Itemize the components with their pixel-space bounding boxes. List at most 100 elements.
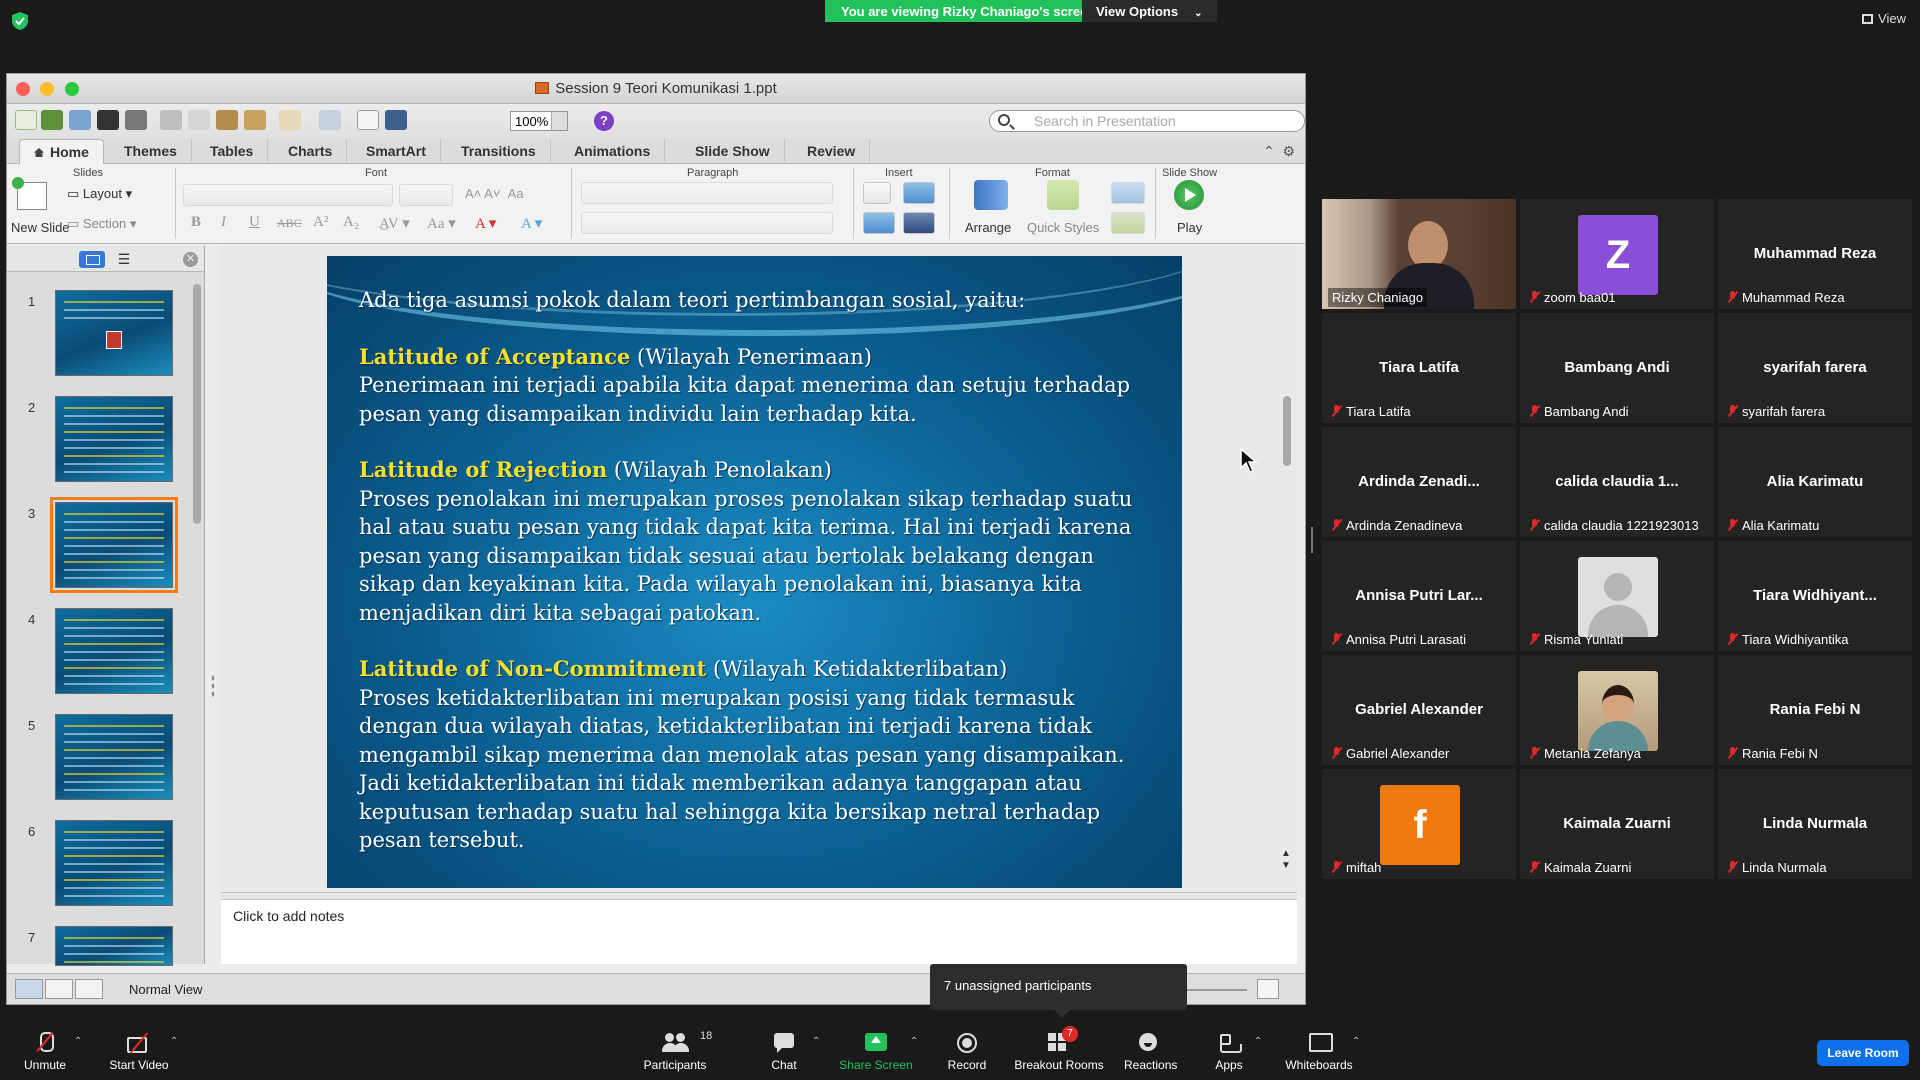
participant-tile[interactable]: Metania Zefanya: [1520, 655, 1714, 765]
breakout-rooms-button[interactable]: 7 Breakout Rooms: [1012, 1026, 1106, 1072]
participant-tile[interactable]: Tiara Latifa Tiara Latifa: [1322, 313, 1516, 423]
view-layout-button[interactable]: View: [1862, 11, 1906, 26]
tab-home[interactable]: Home: [19, 139, 104, 164]
tab-slide-show[interactable]: Slide Show: [681, 139, 785, 164]
thumbnail-view-icon[interactable]: [79, 251, 105, 268]
print-icon[interactable]: [125, 110, 147, 130]
media-icon[interactable]: [903, 212, 935, 234]
start-video-button[interactable]: Start Video: [104, 1032, 174, 1072]
copy-icon[interactable]: [188, 110, 210, 130]
participant-tile[interactable]: Annisa Putri Lar... Annisa Putri Larasati: [1322, 541, 1516, 651]
play-label[interactable]: Play: [1177, 220, 1202, 235]
tab-tables[interactable]: Tables: [196, 139, 269, 164]
participant-tile[interactable]: syarifah farera syarifah farera: [1718, 313, 1912, 423]
current-slide[interactable]: Ada tiga asumsi pokok dalam teori pertim…: [327, 256, 1182, 888]
character-spacing-icon[interactable]: A̲V ▾: [379, 214, 410, 233]
alignment-controls[interactable]: [581, 212, 833, 234]
superscript-icon[interactable]: A²: [313, 214, 328, 231]
open-icon[interactable]: [69, 110, 91, 130]
ribbon-collapse-and-settings[interactable]: ⌃ ⚙: [1263, 143, 1295, 160]
participant-tile[interactable]: Risma Yuniati: [1520, 541, 1714, 651]
participant-tile[interactable]: Ardinda Zenadi... Ardinda Zenadineva: [1322, 427, 1516, 537]
text-box-icon[interactable]: [863, 182, 891, 204]
participant-tile[interactable]: Tiara Widhiyant... Tiara Widhiyantika: [1718, 541, 1912, 651]
help-icon[interactable]: ?: [594, 111, 614, 131]
tab-charts[interactable]: Charts: [274, 139, 348, 164]
insert-table-icon[interactable]: [357, 110, 379, 130]
search-input[interactable]: Search in Presentation: [989, 110, 1305, 132]
apps-options-caret-icon[interactable]: ⌃: [1254, 1036, 1262, 1047]
whiteboard-options-caret-icon[interactable]: ⌃: [1352, 1036, 1360, 1047]
section-button[interactable]: ▭ Section ▾: [67, 216, 136, 232]
tab-review[interactable]: Review: [793, 139, 871, 164]
record-button[interactable]: Record: [944, 1032, 990, 1072]
slide-thumbnail[interactable]: [55, 820, 173, 906]
redo-icon[interactable]: [319, 110, 341, 130]
audio-options-caret-icon[interactable]: ⌃: [74, 1036, 82, 1047]
participant-tile[interactable]: Rizky Chaniago: [1322, 199, 1516, 309]
share-screen-button[interactable]: Share Screen: [838, 1032, 914, 1072]
security-shield-icon[interactable]: [12, 12, 28, 30]
subscript-icon[interactable]: A₂: [343, 214, 359, 231]
new-slide-label[interactable]: New Slide: [11, 220, 70, 235]
reactions-button[interactable]: Reactions: [1124, 1032, 1177, 1072]
whiteboards-button[interactable]: Whiteboards: [1282, 1032, 1356, 1072]
participant-tile[interactable]: Alia Karimatu Alia Karimatu: [1718, 427, 1912, 537]
slide-show-view-button[interactable]: [75, 979, 103, 999]
notes-splitter[interactable]: [221, 892, 1297, 900]
slide-text-box[interactable]: Ada tiga asumsi pokok dalam teori pertim…: [359, 286, 1152, 855]
view-options-button[interactable]: View Options ⌄: [1082, 0, 1217, 22]
shape-line-icon[interactable]: [1111, 212, 1145, 234]
outline-view-icon[interactable]: ☰: [111, 251, 137, 268]
media-browser-icon[interactable]: [385, 110, 407, 130]
format-painter-icon[interactable]: [244, 110, 266, 130]
layout-button[interactable]: ▭ Layout ▾: [67, 186, 132, 202]
new-slide-icon[interactable]: [12, 177, 47, 210]
quick-styles-icon[interactable]: [1047, 180, 1079, 210]
font-size-select[interactable]: [399, 184, 453, 206]
shape-fill-icon[interactable]: [1111, 182, 1145, 204]
arrange-icon[interactable]: [974, 180, 1008, 210]
change-case-icon[interactable]: Aa ▾: [427, 214, 456, 233]
slide-sorter-view-button[interactable]: [45, 979, 73, 999]
slide-thumbnail[interactable]: [55, 290, 173, 376]
unmute-button[interactable]: Unmute: [22, 1032, 68, 1072]
participant-tile[interactable]: Muhammad Reza Muhammad Reza: [1718, 199, 1912, 309]
notes-pane[interactable]: Click to add notes: [221, 900, 1297, 964]
participant-tile[interactable]: Rania Febi N Rania Febi N: [1718, 655, 1912, 765]
participant-tile[interactable]: f miftah: [1322, 769, 1516, 879]
new-document-icon[interactable]: [15, 110, 37, 130]
font-size-grow-shrink[interactable]: A˄ A˅ Aa: [465, 186, 524, 201]
chat-options-caret-icon[interactable]: ⌃: [812, 1036, 820, 1047]
panel-scrollbar[interactable]: [193, 284, 201, 524]
font-color-icon[interactable]: A ▾: [475, 214, 496, 233]
slide-thumbnail[interactable]: [55, 926, 173, 966]
share-options-caret-icon[interactable]: ⌃: [910, 1036, 918, 1047]
gallery-icon[interactable]: [41, 110, 63, 130]
font-name-select[interactable]: [183, 184, 393, 206]
apps-button[interactable]: Apps: [1212, 1032, 1246, 1072]
list-indent-controls[interactable]: [581, 182, 833, 204]
slide-thumbnail[interactable]: [50, 497, 178, 593]
italic-icon[interactable]: I: [221, 214, 226, 231]
participant-tile[interactable]: Gabriel Alexander Gabriel Alexander: [1322, 655, 1516, 765]
shape-icon[interactable]: [863, 212, 895, 234]
prev-next-slide-arrows[interactable]: ▲ ▼: [1279, 848, 1293, 884]
save-icon[interactable]: [97, 110, 119, 130]
cut-icon[interactable]: [160, 110, 182, 130]
underline-icon[interactable]: U: [249, 214, 260, 231]
participants-button[interactable]: 18 Participants: [638, 1030, 713, 1072]
slide-thumbnail[interactable]: [55, 608, 173, 694]
participant-tile[interactable]: Linda Nurmala Linda Nurmala: [1718, 769, 1912, 879]
play-icon[interactable]: [1174, 180, 1204, 210]
participant-tile[interactable]: Bambang Andi Bambang Andi: [1520, 313, 1714, 423]
leave-room-button[interactable]: Leave Room: [1817, 1040, 1909, 1066]
participant-tile[interactable]: calida claudia 1... calida claudia 122192…: [1520, 427, 1714, 537]
chat-button[interactable]: Chat: [762, 1032, 806, 1072]
fit-to-window-button[interactable]: [1257, 979, 1279, 999]
close-panel-icon[interactable]: ✕: [183, 252, 198, 267]
bold-icon[interactable]: B: [191, 214, 201, 231]
arrange-label[interactable]: Arrange: [965, 220, 1011, 235]
undo-icon[interactable]: [279, 110, 301, 130]
tab-smartart[interactable]: SmartArt: [352, 139, 441, 164]
